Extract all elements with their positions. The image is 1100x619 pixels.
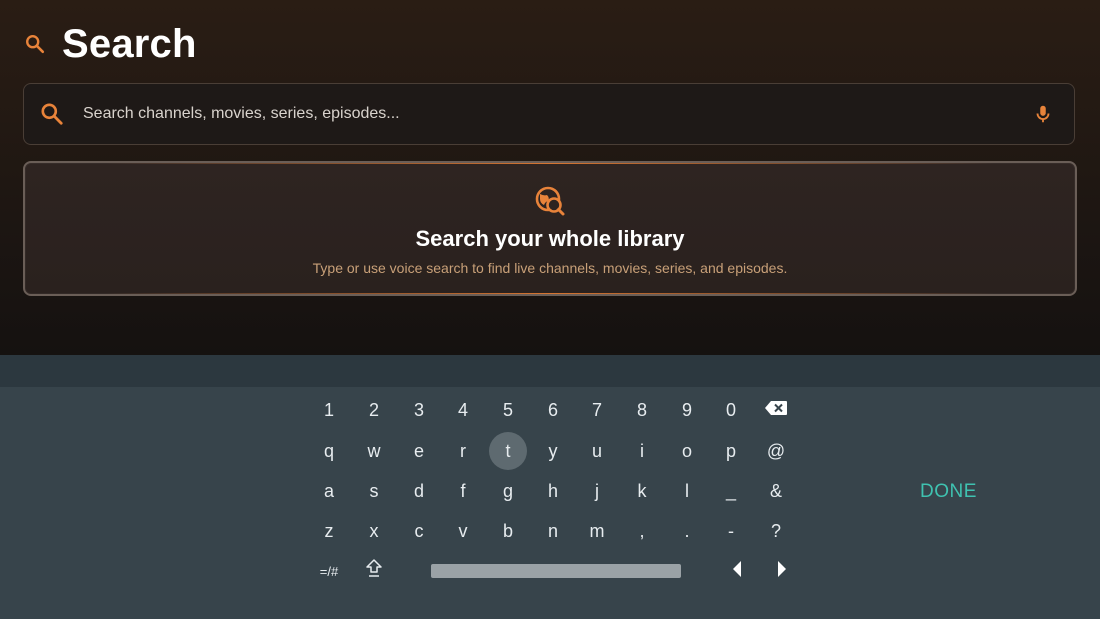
key-a[interactable]: a xyxy=(310,472,348,510)
backspace-key[interactable] xyxy=(757,391,795,429)
key-n[interactable]: n xyxy=(534,512,572,550)
key-r[interactable]: r xyxy=(444,432,482,470)
key-v[interactable]: v xyxy=(444,512,482,550)
key--[interactable]: - xyxy=(712,512,750,550)
key-1[interactable]: 1 xyxy=(310,391,348,429)
backspace-icon xyxy=(764,400,788,421)
card-glow-top xyxy=(105,163,995,164)
key-&[interactable]: & xyxy=(757,472,795,510)
search-input[interactable] xyxy=(81,104,1032,124)
key-h[interactable]: h xyxy=(534,472,572,510)
key-s[interactable]: s xyxy=(355,472,393,510)
space-key[interactable] xyxy=(431,564,681,578)
search-screen: Search Search channels, movies, series, … xyxy=(0,0,1100,619)
key-_[interactable]: _ xyxy=(712,472,750,510)
key-8[interactable]: 8 xyxy=(623,391,661,429)
key-p[interactable]: p xyxy=(712,432,750,470)
key-j[interactable]: j xyxy=(578,472,616,510)
key-3[interactable]: 3 xyxy=(400,391,438,429)
key-o[interactable]: o xyxy=(668,432,706,470)
search-icon xyxy=(39,101,65,127)
key-y[interactable]: y xyxy=(534,432,572,470)
key-m[interactable]: m xyxy=(578,512,616,550)
empty-state-title: Search your whole library xyxy=(415,226,685,251)
key-,[interactable]: , xyxy=(623,512,661,550)
search-icon xyxy=(24,33,46,55)
page-header: Search xyxy=(24,18,197,70)
cursor-left-key[interactable] xyxy=(718,552,756,590)
key-2[interactable]: 2 xyxy=(355,391,393,429)
card-glow-bottom xyxy=(105,293,995,294)
cursor-right-key[interactable] xyxy=(763,552,801,590)
empty-state-card: Search your whole library Type or use vo… xyxy=(23,161,1077,296)
key-q[interactable]: q xyxy=(310,432,348,470)
key-b[interactable]: b xyxy=(489,512,527,550)
key-4[interactable]: 4 xyxy=(444,391,482,429)
library-search-icon xyxy=(534,185,566,217)
keyboard-top-strip xyxy=(0,355,1100,387)
key-f[interactable]: f xyxy=(444,472,482,510)
shift-icon xyxy=(365,558,383,583)
key-e[interactable]: e xyxy=(400,432,438,470)
key-5[interactable]: 5 xyxy=(489,391,527,429)
arrow-right-icon xyxy=(776,560,788,583)
arrow-left-icon xyxy=(731,560,743,583)
key-7[interactable]: 7 xyxy=(578,391,616,429)
key-u[interactable]: u xyxy=(578,432,616,470)
key-k[interactable]: k xyxy=(623,472,661,510)
symbols-key[interactable]: =/# xyxy=(310,552,348,590)
key-?[interactable]: ? xyxy=(757,512,795,550)
mic-icon[interactable] xyxy=(1032,103,1054,125)
key-l[interactable]: l xyxy=(668,472,706,510)
key-d[interactable]: d xyxy=(400,472,438,510)
key-c[interactable]: c xyxy=(400,512,438,550)
key-9[interactable]: 9 xyxy=(668,391,706,429)
search-bar[interactable] xyxy=(23,83,1075,145)
shift-key[interactable] xyxy=(355,551,393,589)
key-w[interactable]: w xyxy=(355,432,393,470)
page-title: Search xyxy=(62,21,197,66)
done-button[interactable]: DONE xyxy=(900,478,997,506)
key-6[interactable]: 6 xyxy=(534,391,572,429)
empty-state-subtitle: Type or use voice search to find live ch… xyxy=(312,260,788,276)
key-t[interactable]: t xyxy=(489,432,527,470)
key-0[interactable]: 0 xyxy=(712,391,750,429)
key-i[interactable]: i xyxy=(623,432,661,470)
key-x[interactable]: x xyxy=(355,512,393,550)
key-.[interactable]: . xyxy=(668,512,706,550)
key-z[interactable]: z xyxy=(310,512,348,550)
key-@[interactable]: @ xyxy=(757,432,795,470)
key-g[interactable]: g xyxy=(489,472,527,510)
